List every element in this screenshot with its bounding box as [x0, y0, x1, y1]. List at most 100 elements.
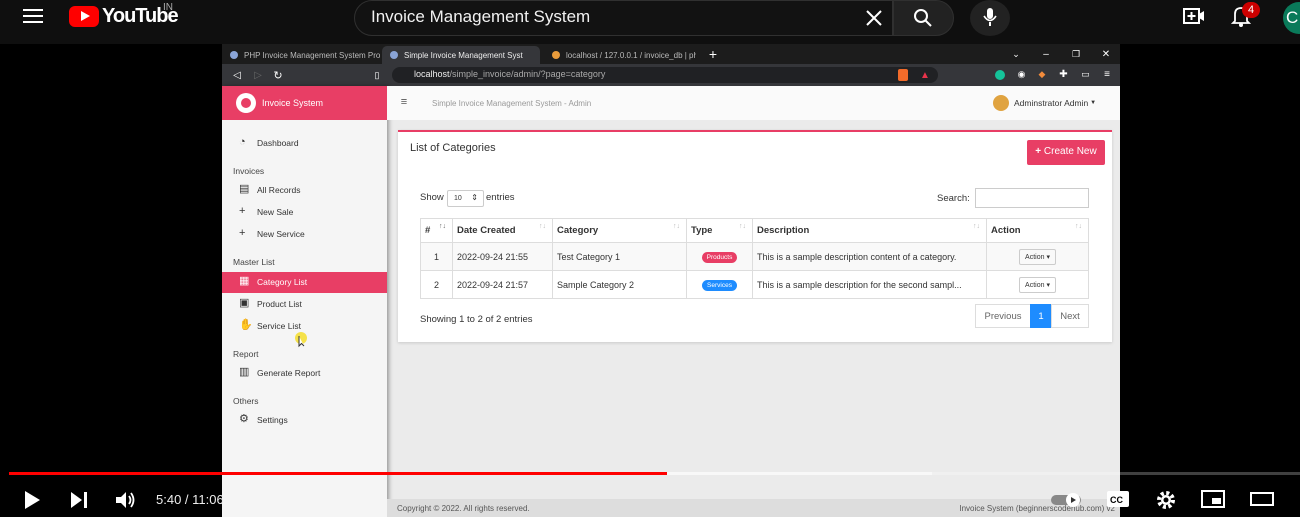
- url-field[interactable]: localhost/simple_invoice/admin/?page=cat…: [392, 67, 938, 83]
- app-header-title: Simple Invoice Management System - Admin: [432, 99, 592, 108]
- video-player[interactable]: PHP Invoice Management System Pro Simple…: [222, 44, 1120, 517]
- sidebar-item-label: New Service: [257, 229, 305, 239]
- settings-gear-icon[interactable]: [1155, 489, 1177, 511]
- user-menu[interactable]: Adminstrator Admin ▼: [993, 95, 1096, 111]
- sidebar-section-report: Report: [233, 349, 259, 359]
- column-header-category[interactable]: Category ↑↓: [552, 218, 687, 243]
- column-header-action[interactable]: Action ↑↓: [986, 218, 1089, 243]
- subtitles-cc-icon[interactable]: CC: [1106, 490, 1130, 508]
- create-new-label: Create New: [1043, 146, 1097, 157]
- sidebar-item-new-sale[interactable]: + New Sale: [222, 202, 387, 223]
- extensions-puzzle-icon[interactable]: ✚: [1058, 69, 1069, 80]
- new-tab-icon[interactable]: +: [706, 46, 720, 62]
- cell-category: Sample Category 2: [552, 270, 687, 299]
- sidebar-item-product-list[interactable]: ▣ Product List: [222, 294, 387, 315]
- progress-bar-played: [9, 472, 667, 475]
- table-search-input[interactable]: [975, 188, 1089, 208]
- search-icon: [912, 7, 934, 29]
- sidebar-section-master-list: Master List: [233, 257, 275, 267]
- column-header-date-created[interactable]: Date Created ↑↓: [452, 218, 553, 243]
- entries-select[interactable]: 10 ⇕: [447, 190, 484, 207]
- pagination-page-1[interactable]: 1: [1030, 304, 1052, 328]
- plus-icon: +: [239, 227, 246, 239]
- search-label: Search:: [937, 193, 970, 204]
- brave-shield-icon[interactable]: [898, 69, 908, 81]
- play-icon[interactable]: [22, 490, 42, 510]
- browser-address-bar: ◁ ▷ ↻ ▯ localhost/simple_invoice/admin/?…: [222, 64, 1120, 86]
- sidebar-item-label: Product List: [257, 299, 302, 309]
- column-header-number[interactable]: # ↑↓: [420, 218, 453, 243]
- sidebar-item-category-list[interactable]: ▦ Category List: [222, 272, 387, 293]
- window-minimize-icon[interactable]: –: [1040, 47, 1052, 61]
- sidebar-item-new-service[interactable]: + New Service: [222, 224, 387, 245]
- create-video-icon[interactable]: [1183, 6, 1205, 26]
- sidebar-item-dashboard[interactable]: ◔ Dashboard: [222, 133, 387, 154]
- extension-grammarly-icon[interactable]: [995, 70, 1005, 80]
- app-topbar: ≡ Simple Invoice Management System - Adm…: [387, 86, 1120, 120]
- table-header-row: # ↑↓ Date Created ↑↓ Category ↑↓ Type ↑↓ Des…: [420, 218, 1089, 243]
- categories-card: List of Categories + Create New Show 10 …: [398, 130, 1112, 342]
- action-dropdown-button[interactable]: Action ▾: [1019, 248, 1056, 265]
- action-dropdown-button[interactable]: Action ▾: [1019, 276, 1056, 293]
- browser-tab-3[interactable]: localhost / 127.0.0.1 / invoice_db | php: [544, 46, 696, 64]
- browser-tab-2[interactable]: Simple Invoice Management Syst: [382, 46, 540, 64]
- sort-asc-icon: ↑↓: [439, 223, 446, 230]
- clear-search-icon[interactable]: [863, 7, 885, 29]
- autoplay-toggle[interactable]: [1050, 492, 1084, 508]
- entries-value: 10: [454, 195, 462, 202]
- extension-camera-icon[interactable]: ◉: [1016, 69, 1027, 80]
- youtube-search-input[interactable]: Invoice Management System: [354, 0, 893, 36]
- browser-tab-1[interactable]: PHP Invoice Management System Pro: [222, 46, 380, 64]
- plus-icon: +: [1035, 146, 1042, 157]
- sort-icon: ↑↓: [973, 223, 980, 230]
- sort-icon: ↑↓: [673, 223, 680, 230]
- pagination-next[interactable]: Next: [1051, 304, 1089, 328]
- window-close-icon[interactable]: ✕: [1100, 47, 1112, 61]
- tab-favicon-icon: [552, 51, 560, 59]
- pagination-previous[interactable]: Previous: [975, 304, 1031, 328]
- tab-label: localhost / 127.0.0.1 / invoice_db | php: [566, 51, 696, 60]
- forward-icon[interactable]: ▷: [253, 68, 263, 82]
- handshake-icon: ✋: [239, 319, 253, 331]
- sidebar-toggle-icon[interactable]: ≡: [399, 96, 409, 108]
- column-header-description[interactable]: Description ↑↓: [752, 218, 987, 243]
- tab-list-chevron-icon[interactable]: ⌄: [1010, 47, 1022, 61]
- cell-date: 2022-09-24 21:57: [452, 270, 553, 299]
- brave-rewards-icon[interactable]: ▲: [920, 69, 930, 81]
- create-new-button[interactable]: + Create New: [1027, 140, 1105, 165]
- miniplayer-icon[interactable]: [1201, 490, 1225, 508]
- table-row: 2 2022-09-24 21:57 Sample Category 2 Ser…: [420, 270, 1089, 299]
- sidebar-item-generate-report[interactable]: ▥ Generate Report: [222, 363, 387, 384]
- volume-icon[interactable]: [115, 490, 137, 510]
- account-avatar[interactable]: C: [1283, 2, 1300, 34]
- browser-menu-icon[interactable]: ≡: [1102, 69, 1112, 80]
- back-icon[interactable]: ◁: [232, 68, 242, 82]
- sidebar-toggle-icon[interactable]: ▭: [1080, 69, 1091, 80]
- country-code: IN: [163, 2, 173, 13]
- caret-down-icon: ▼: [1090, 100, 1097, 106]
- bookmark-icon[interactable]: ▯: [372, 68, 382, 82]
- reload-icon[interactable]: ↻: [273, 68, 283, 82]
- search-button[interactable]: [893, 0, 954, 36]
- select-arrows-icon: ⇕: [471, 193, 478, 202]
- theater-mode-icon[interactable]: [1250, 492, 1274, 506]
- extension-flask-icon[interactable]: ◆: [1037, 69, 1047, 80]
- app-sidebar: Invoice System ◔ Dashboard Invoices ▤ Al…: [222, 86, 387, 517]
- player-controls: 5:40 / 11:06 CC: [0, 470, 1300, 517]
- sidebar-item-all-records[interactable]: ▤ All Records: [222, 180, 387, 201]
- sidebar-item-label: Category List: [257, 277, 308, 287]
- column-header-type[interactable]: Type ↑↓: [686, 218, 753, 243]
- next-video-icon[interactable]: [69, 490, 89, 510]
- dashboard-gauge-icon: ◔: [239, 136, 246, 148]
- youtube-play-logo-icon: [69, 5, 99, 27]
- app-brand[interactable]: Invoice System: [222, 86, 387, 120]
- youtube-logo[interactable]: YouTube: [69, 5, 179, 27]
- voice-search-button[interactable]: [970, 0, 1010, 36]
- browser-tab-bar: PHP Invoice Management System Pro Simple…: [222, 44, 1120, 64]
- boxes-icon: ▣: [239, 297, 250, 309]
- cogs-icon: ⚙: [239, 413, 249, 425]
- sidebar-item-settings[interactable]: ⚙ Settings: [222, 410, 387, 431]
- window-restore-icon[interactable]: ❐: [1070, 47, 1082, 61]
- type-badge: Services: [702, 279, 737, 291]
- hamburger-menu-icon[interactable]: [22, 6, 44, 26]
